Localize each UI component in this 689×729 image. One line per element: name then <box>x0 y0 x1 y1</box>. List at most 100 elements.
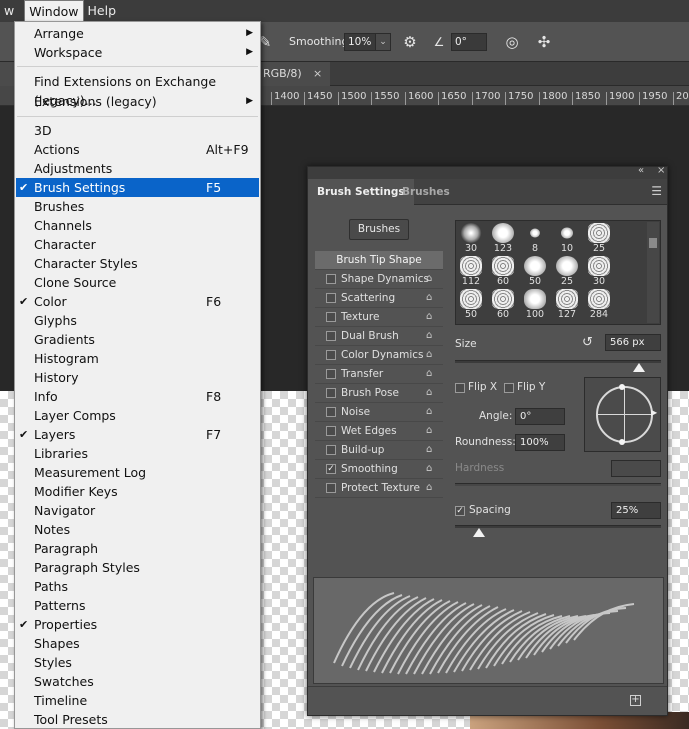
menu-item-patterns[interactable]: Patterns <box>16 596 259 615</box>
option-build-up[interactable]: Build-up ⌂ <box>315 441 443 460</box>
brush-preset[interactable]: 25 <box>584 222 616 255</box>
option-checkbox[interactable] <box>326 369 336 379</box>
brush-preset[interactable]: 60 <box>488 288 520 321</box>
scrollbar-thumb[interactable] <box>649 238 657 248</box>
option-scattering[interactable]: Scattering ⌂ <box>315 289 443 308</box>
brush-preset[interactable]: 10 <box>552 222 584 255</box>
brush-preset[interactable]: 60 <box>488 255 520 288</box>
option-checkbox[interactable] <box>326 274 336 284</box>
brush-preset[interactable]: 127 <box>552 288 584 321</box>
lock-icon[interactable]: ⌂ <box>426 422 432 440</box>
menu-item-find-extensions[interactable]: Find Extensions on Exchange (legacy)... <box>16 72 259 108</box>
reset-size-icon[interactable]: ↺ <box>582 335 593 350</box>
size-slider-thumb[interactable] <box>633 363 645 372</box>
menu-item-brush-settings[interactable]: ✔ Brush Settings F5 <box>16 178 259 197</box>
brush-preset[interactable]: 100 <box>520 288 552 321</box>
brush-preset[interactable]: 30 <box>456 222 488 255</box>
pressure-size-icon[interactable]: ◎ <box>501 31 523 53</box>
brush-preset[interactable]: 123 <box>488 222 520 255</box>
option-checkbox[interactable] <box>326 483 336 493</box>
menu-item-actions[interactable]: Actions Alt+F9 <box>16 140 259 159</box>
spacing-checkbox[interactable]: ✓ <box>455 506 465 516</box>
menu-item-gradients[interactable]: Gradients <box>16 330 259 349</box>
menu-item-timeline[interactable]: Timeline <box>16 691 259 710</box>
close-panel-icon[interactable]: × <box>657 165 665 176</box>
menu-item-arrange[interactable]: Arrange ▶ <box>16 24 259 43</box>
menu-item-layer-comps[interactable]: Layer Comps <box>16 406 259 425</box>
option-protect-texture[interactable]: Protect Texture ⌂ <box>315 479 443 498</box>
angle-input[interactable]: 0° <box>515 408 565 425</box>
lock-icon[interactable]: ⌂ <box>426 270 432 288</box>
menu-item-notes[interactable]: Notes <box>16 520 259 539</box>
menu-item-swatches[interactable]: Swatches <box>16 672 259 691</box>
lock-icon[interactable]: ⌂ <box>426 289 432 307</box>
panel-title-strip[interactable]: « × <box>308 165 667 179</box>
menu-item-extensions-legacy[interactable]: Extensions (legacy) ▶ <box>16 92 259 111</box>
option-brush-tip-shape[interactable]: Brush Tip Shape <box>315 251 443 270</box>
roundness-handle-bottom[interactable] <box>619 439 625 445</box>
menu-item-styles[interactable]: Styles <box>16 653 259 672</box>
option-wet-edges[interactable]: Wet Edges ⌂ <box>315 422 443 441</box>
option-checkbox[interactable] <box>326 407 336 417</box>
brush-angle-input[interactable]: 0° <box>451 33 487 51</box>
lock-icon[interactable]: ⌂ <box>426 365 432 383</box>
option-checkbox[interactable] <box>326 426 336 436</box>
option-checkbox[interactable] <box>326 312 336 322</box>
menu-item-libraries[interactable]: Libraries <box>16 444 259 463</box>
smoothing-dropdown-icon[interactable]: ⌄ <box>375 33 391 51</box>
close-tab-icon[interactable]: × <box>313 62 322 86</box>
menu-item-layers[interactable]: ✔ Layers F7 <box>16 425 259 444</box>
preset-scrollbar[interactable] <box>647 222 659 323</box>
option-checkbox[interactable] <box>326 350 336 360</box>
brush-preset[interactable]: 50 <box>456 288 488 321</box>
menu-item-brushes[interactable]: Brushes <box>16 197 259 216</box>
menu-item-properties[interactable]: ✔ Properties <box>16 615 259 634</box>
spacing-slider-track[interactable] <box>455 525 661 528</box>
size-slider-track[interactable] <box>455 360 661 363</box>
brushes-button[interactable]: Brushes <box>349 219 409 240</box>
flip-x-checkbox[interactable] <box>455 383 465 393</box>
brush-preset[interactable]: 25 <box>552 255 584 288</box>
menu-item-modifier-keys[interactable]: Modifier Keys <box>16 482 259 501</box>
menu-item-paragraph-styles[interactable]: Paragraph Styles <box>16 558 259 577</box>
menu-item-paths[interactable]: Paths <box>16 577 259 596</box>
option-checkbox[interactable] <box>326 331 336 341</box>
lock-icon[interactable]: ⌂ <box>426 479 432 497</box>
angle-arrow-icon[interactable]: ▶ <box>651 408 657 417</box>
menu-item-navigator[interactable]: Navigator <box>16 501 259 520</box>
symmetry-butterfly-icon[interactable]: ✣ <box>533 31 555 53</box>
roundness-input[interactable]: 100% <box>515 434 565 451</box>
create-new-brush-icon[interactable]: + <box>630 695 641 706</box>
menu-item-measurement-log[interactable]: Measurement Log <box>16 463 259 482</box>
option-texture[interactable]: Texture ⌂ <box>315 308 443 327</box>
option-brush-pose[interactable]: Brush Pose ⌂ <box>315 384 443 403</box>
menu-item-color[interactable]: ✔ Color F6 <box>16 292 259 311</box>
angle-roundness-widget[interactable]: ▶ <box>584 377 661 452</box>
menu-item-glyphs[interactable]: Glyphs <box>16 311 259 330</box>
option-smoothing[interactable]: ✓ Smoothing ⌂ <box>315 460 443 479</box>
option-checkbox[interactable] <box>326 293 336 303</box>
tab-brushes[interactable]: Brushes <box>393 179 459 205</box>
menu-item-adjustments[interactable]: Adjustments <box>16 159 259 178</box>
menu-item-workspace[interactable]: Workspace ▶ <box>16 43 259 62</box>
option-checkbox[interactable] <box>326 445 336 455</box>
menu-item-paragraph[interactable]: Paragraph <box>16 539 259 558</box>
lock-icon[interactable]: ⌂ <box>426 441 432 459</box>
menu-item-history[interactable]: History <box>16 368 259 387</box>
option-dual-brush[interactable]: Dual Brush ⌂ <box>315 327 443 346</box>
menu-item-tool-presets[interactable]: Tool Presets <box>16 710 259 729</box>
gear-icon[interactable]: ⚙ <box>399 31 421 53</box>
menu-item-channels[interactable]: Channels <box>16 216 259 235</box>
lock-icon[interactable]: ⌂ <box>426 346 432 364</box>
option-shape-dynamics[interactable]: Shape Dynamics ⌂ <box>315 270 443 289</box>
brush-preset[interactable]: 112 <box>456 255 488 288</box>
menu-item-3d[interactable]: 3D <box>16 121 259 140</box>
menubar-partial-item[interactable]: w <box>0 0 18 22</box>
flip-y-checkbox[interactable] <box>504 383 514 393</box>
option-noise[interactable]: Noise ⌂ <box>315 403 443 422</box>
spacing-slider-thumb[interactable] <box>473 528 485 537</box>
smoothing-input[interactable]: 10% <box>344 33 376 51</box>
panel-menu-icon[interactable]: ☰ <box>651 184 662 198</box>
option-color-dynamics[interactable]: Color Dynamics ⌂ <box>315 346 443 365</box>
option-transfer[interactable]: Transfer ⌂ <box>315 365 443 384</box>
